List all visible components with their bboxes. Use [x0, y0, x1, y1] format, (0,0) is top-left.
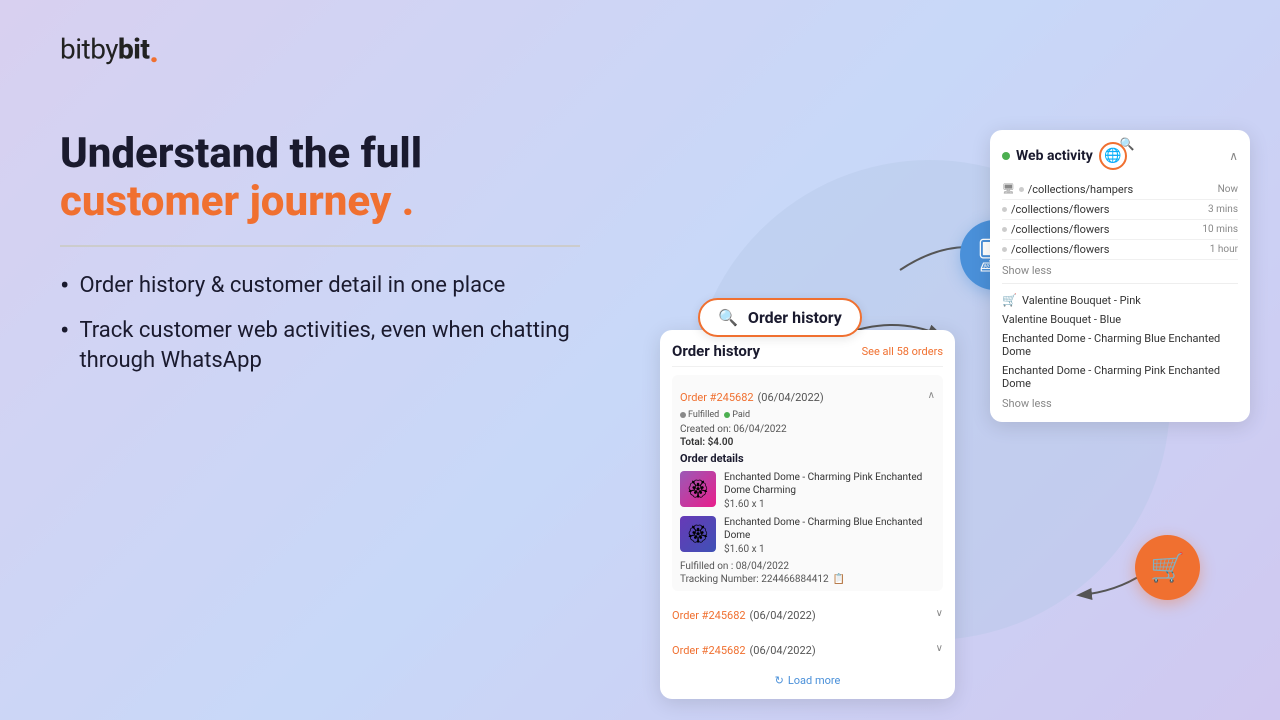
show-less-2[interactable]: Show less [1002, 397, 1238, 410]
headline-line2: customer journey [60, 177, 391, 226]
order-details-title: Order details [680, 452, 935, 465]
divider-1 [1002, 283, 1238, 284]
order-row-1[interactable]: Order #245682 (06/04/2022) ∧ [680, 381, 935, 410]
web-activity-item-2: /collections/flowers 3 mins [1002, 200, 1238, 220]
web-activity-title-group: Web activity 🌐 🔍 [1002, 142, 1127, 170]
left-content: Understand the full customer journey . O… [60, 130, 580, 392]
refresh-icon: ↻ [775, 674, 784, 687]
order-created: Created on: 06/04/2022 [680, 424, 935, 435]
order-id-3[interactable]: Order #245682 [672, 644, 746, 657]
order-expanded: Order #245682 (06/04/2022) ∧ Fulfilled P… [672, 375, 943, 591]
product-thumb-blue: 🏵 [680, 516, 716, 552]
order-collapsed-2: Order #245682 (06/04/2022) ∨ [672, 596, 943, 631]
order-chevron-1[interactable]: ∧ [928, 390, 935, 401]
bullet-item-1: Order history & customer detail in one p… [60, 271, 580, 301]
right-area: 🖥 🛒 🔍 Order history [610, 100, 1250, 660]
item-dot-3 [1002, 227, 1007, 232]
order-history-bubble: 🔍 Order history [698, 298, 862, 337]
cart-item-2: Valentine Bouquet - Blue [1002, 310, 1238, 329]
order-collapsed-3: Order #245682 (06/04/2022) ∨ [672, 631, 943, 666]
product-name-1: Enchanted Dome - Charming Pink Enchanted… [724, 471, 935, 497]
load-more: ↻ Load more [672, 674, 943, 687]
paid-badge: Paid [724, 410, 750, 420]
order-total: Total: $4.00 [680, 437, 935, 448]
fulfilled-badge: Fulfilled [680, 410, 719, 420]
cart-small-icon-1: 🛒 [1002, 293, 1017, 307]
product-info-2: Enchanted Dome - Charming Blue Enchanted… [724, 516, 935, 555]
headline-dot: . [391, 177, 414, 226]
product-thumb-pink: 🏵 [680, 471, 716, 507]
order-card-header: Order history See all 58 orders [672, 342, 943, 367]
cart-icon: 🛒 [1135, 535, 1200, 600]
bullet-item-2: Track customer web activities, even when… [60, 316, 580, 375]
order-date-1: (06/04/2022) [758, 391, 824, 404]
logo-dot: . [149, 32, 158, 70]
monitor-small-icon: 🖥 [1002, 184, 1015, 195]
product-info-1: Enchanted Dome - Charming Pink Enchanted… [724, 471, 935, 510]
logo-bit1: bit [60, 32, 90, 65]
order-chevron-2[interactable]: ∨ [936, 608, 943, 619]
web-activity-item-1: 🖥 /collections/hampers Now [1002, 180, 1238, 200]
show-less-1[interactable]: Show less [1002, 264, 1238, 277]
web-activity-header: Web activity 🌐 🔍 ∧ [1002, 142, 1238, 170]
product-price-2: $1.60 x 1 [724, 544, 935, 555]
order-history-card: Order history See all 58 orders Order #2… [660, 330, 955, 699]
see-all-orders[interactable]: See all 58 orders [862, 345, 943, 358]
web-activity-collapse[interactable]: ∧ [1229, 149, 1238, 163]
product-price-1: $1.60 x 1 [724, 499, 935, 510]
cart-item-1: 🛒 Valentine Bouquet - Pink [1002, 290, 1238, 310]
item-dot-2 [1002, 207, 1007, 212]
copy-icon[interactable]: 📋 [833, 574, 845, 585]
green-status-dot [1002, 152, 1010, 160]
logo: bitbybit. [60, 32, 158, 70]
search-icon-inline: 🔍 [718, 308, 738, 327]
order-date-3: (06/04/2022) [750, 644, 816, 657]
item-dot-1 [1019, 187, 1024, 192]
bullet-list: Order history & customer detail in one p… [60, 271, 580, 376]
headline-divider [60, 245, 580, 247]
load-more-button[interactable]: ↻ Load more [672, 674, 943, 687]
web-activity-item-4: /collections/flowers 1 hour [1002, 240, 1238, 260]
item-dot-4 [1002, 247, 1007, 252]
order-product-1: 🏵 Enchanted Dome - Charming Pink Enchant… [680, 471, 935, 510]
order-chevron-3[interactable]: ∨ [936, 643, 943, 654]
order-badges: Fulfilled Paid [680, 410, 935, 420]
order-row-2[interactable]: Order #245682 (06/04/2022) ∨ [672, 599, 943, 628]
order-product-2: 🏵 Enchanted Dome - Charming Blue Enchant… [680, 516, 935, 555]
order-id-2[interactable]: Order #245682 [672, 609, 746, 622]
logo-by: by [90, 32, 118, 65]
cart-item-4: Enchanted Dome - Charming Pink Enchanted… [1002, 361, 1238, 393]
headline-line1: Understand the full [60, 129, 422, 178]
order-id-1[interactable]: Order #245682 [680, 391, 754, 404]
web-activity-item-3: /collections/flowers 10 mins [1002, 220, 1238, 240]
web-activity-title: Web activity [1016, 148, 1093, 164]
cart-item-3: Enchanted Dome - Charming Blue Enchanted… [1002, 329, 1238, 361]
search-overlay-icon: 🔍 [1120, 137, 1135, 151]
fulfilled-info: Fulfilled on : 08/04/2022 [680, 561, 935, 572]
order-date-2: (06/04/2022) [750, 609, 816, 622]
web-activity-card: Web activity 🌐 🔍 ∧ 🖥 /collections/hamper… [990, 130, 1250, 422]
product-name-2: Enchanted Dome - Charming Blue Enchanted… [724, 516, 935, 542]
headline: Understand the full customer journey . [60, 130, 580, 227]
logo-bit2: bit [118, 32, 149, 65]
order-row-3[interactable]: Order #245682 (06/04/2022) ∨ [672, 634, 943, 663]
order-card-title: Order history [672, 342, 760, 360]
tracking-info: Tracking Number: 224466884412 📋 [680, 574, 935, 585]
